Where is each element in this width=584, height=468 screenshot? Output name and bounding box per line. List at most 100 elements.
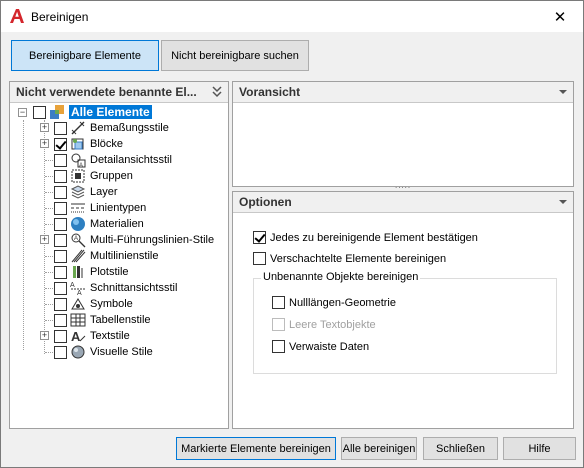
preview-header-label: Voransicht (239, 85, 301, 99)
tree-item-row[interactable]: Plotstile (54, 264, 129, 280)
tree-item-checkbox[interactable] (54, 313, 67, 327)
nested-items-option[interactable]: Verschachtelte Elemente bereinigen (253, 252, 446, 265)
tree-item-row[interactable]: Gruppen (54, 168, 133, 184)
double-chevron-down-icon[interactable] (211, 85, 223, 99)
detail-view-icon: A (71, 153, 86, 168)
title-bar[interactable]: Bereinigen ✕ (1, 1, 583, 32)
tree-item-checkbox[interactable] (54, 153, 67, 167)
tree-item-row[interactable]: Linientypen (54, 200, 146, 216)
tree-item-checkbox[interactable] (54, 265, 67, 279)
tree-item-checkbox[interactable] (54, 217, 67, 231)
tree-item-checkbox[interactable] (54, 249, 67, 263)
svg-text:A: A (71, 329, 81, 344)
tree-item-row[interactable]: A Detailansichtsstil (54, 152, 172, 168)
tree-item-checkbox[interactable] (54, 201, 67, 215)
tree-item-row[interactable]: A Textstile (54, 328, 130, 344)
zero-length-option[interactable]: Nulllängen-Geometrie (272, 296, 396, 309)
tree-item-label[interactable]: Linientypen (90, 202, 146, 214)
svg-text:A: A (70, 282, 75, 289)
tree-item-checkbox[interactable] (54, 329, 67, 343)
close-icon[interactable]: ✕ (537, 1, 583, 32)
tree-item-row[interactable]: Bemaßungsstile (54, 120, 169, 136)
tree-item-checkbox[interactable] (54, 169, 67, 183)
tree-item-label[interactable]: Plotstile (90, 266, 129, 278)
nested-items-label[interactable]: Verschachtelte Elemente bereinigen (270, 253, 446, 265)
tree-item-row[interactable]: Tabellenstile (54, 312, 151, 328)
tree-item-label[interactable]: Textstile (90, 330, 130, 342)
orphaned-data-option[interactable]: Verwaiste Daten (272, 340, 369, 353)
splitter-grip[interactable]: ..... (395, 181, 411, 190)
tree-item-row[interactable]: Multilinienstile (54, 248, 158, 264)
empty-text-checkbox (272, 318, 285, 331)
tree-item-label[interactable]: Schnittansichtsstil (90, 282, 177, 294)
tree-item-row[interactable]: Materialien (54, 216, 144, 232)
empty-text-option: Leere Textobjekte (272, 318, 376, 331)
tree-item-label[interactable]: Materialien (90, 218, 144, 230)
collapse-arrow-icon[interactable] (559, 200, 567, 204)
panel-splitter[interactable]: ..... (232, 181, 574, 190)
orphaned-data-checkbox[interactable] (272, 340, 285, 353)
tree-item-row[interactable]: Blöcke (54, 136, 123, 152)
orphaned-data-label[interactable]: Verwaiste Daten (289, 341, 369, 353)
purge-all-button[interactable]: Alle bereinigen (341, 437, 417, 460)
options-panel: Optionen Jedes zu bereinigende Element b… (232, 191, 574, 429)
tree-guide-line (45, 272, 53, 273)
zero-length-checkbox[interactable] (272, 296, 285, 309)
tree-item-checkbox[interactable] (54, 297, 67, 311)
tree-item-checkbox[interactable] (54, 121, 67, 135)
multileader-style-icon: A (71, 233, 86, 248)
tree-guide-line (45, 304, 53, 305)
tree-item-label[interactable]: Tabellenstile (90, 314, 151, 326)
tree-item-checkbox[interactable] (54, 281, 67, 295)
tree-item-label[interactable]: Visuelle Stile (90, 346, 153, 358)
tree-item-row[interactable]: Visuelle Stile (54, 344, 153, 360)
tree-item-checkbox[interactable] (54, 233, 67, 247)
tree-item-label[interactable]: Multilinienstile (90, 250, 158, 262)
tree-item-row[interactable]: A Multi-Führungslinien-Stile (54, 232, 214, 248)
group-icon (71, 169, 85, 183)
tree-guide-line (45, 192, 53, 193)
text-style-icon: A (71, 329, 86, 344)
collapse-icon[interactable]: − (18, 107, 27, 117)
tree-item-label[interactable]: Symbole (90, 298, 133, 310)
tree-root-row[interactable]: − Alle Elemente (18, 104, 152, 120)
tree-item-label[interactable]: Layer (90, 186, 118, 198)
tree-item-checkbox[interactable] (54, 185, 67, 199)
tree-item-label[interactable]: Bemaßungsstile (90, 122, 169, 134)
help-button[interactable]: Hilfe (503, 437, 576, 460)
preview-header: Voransicht (233, 82, 573, 103)
confirm-each-label[interactable]: Jedes zu bereinigende Element bestätigen (270, 232, 478, 244)
options-header: Optionen (233, 192, 573, 213)
expand-icon[interactable]: + (40, 123, 49, 132)
tree-item-row[interactable]: A A Schnittansichtsstil (54, 280, 177, 296)
tab-find-non-purgeable[interactable]: Nicht bereinigbare suchen (161, 40, 309, 71)
block-icon (71, 138, 84, 150)
tree-item-label[interactable]: Gruppen (90, 170, 133, 182)
expand-icon[interactable]: + (40, 331, 49, 340)
unnamed-objects-title: Unbenannte Objekte bereinigen (261, 271, 421, 283)
preview-panel: Voransicht (232, 81, 574, 187)
tab-purgeable-items[interactable]: Bereinigbare Elemente (11, 40, 159, 71)
tree-item-label[interactable]: Blöcke (90, 138, 123, 150)
tree-root-label[interactable]: Alle Elemente (69, 105, 152, 119)
collapse-arrow-icon[interactable] (559, 90, 567, 94)
nested-items-checkbox[interactable] (253, 252, 266, 265)
window-title: Bereinigen (31, 10, 89, 24)
tree-item-label[interactable]: Detailansichtsstil (90, 154, 172, 166)
confirm-each-checkbox[interactable] (253, 231, 266, 244)
expand-icon[interactable]: + (40, 139, 49, 148)
expand-icon[interactable]: + (40, 235, 49, 244)
svg-text:A: A (74, 236, 78, 242)
empty-text-label: Leere Textobjekte (289, 318, 376, 331)
tree-root-checkbox[interactable] (33, 105, 46, 119)
tree-item-checkbox[interactable] (54, 137, 67, 151)
purge-checked-button[interactable]: Markierte Elemente bereinigen (176, 437, 336, 460)
tree-item-row[interactable]: Symbole (54, 296, 133, 312)
tree-item-row[interactable]: Layer (54, 184, 118, 200)
close-button[interactable]: Schließen (423, 437, 498, 460)
confirm-each-option[interactable]: Jedes zu bereinigende Element bestätigen (253, 231, 478, 244)
zero-length-label[interactable]: Nulllängen-Geometrie (289, 297, 396, 309)
tree-item-label[interactable]: Multi-Führungslinien-Stile (90, 234, 214, 246)
tree-item-checkbox[interactable] (54, 345, 67, 359)
symbol-icon (71, 298, 85, 310)
